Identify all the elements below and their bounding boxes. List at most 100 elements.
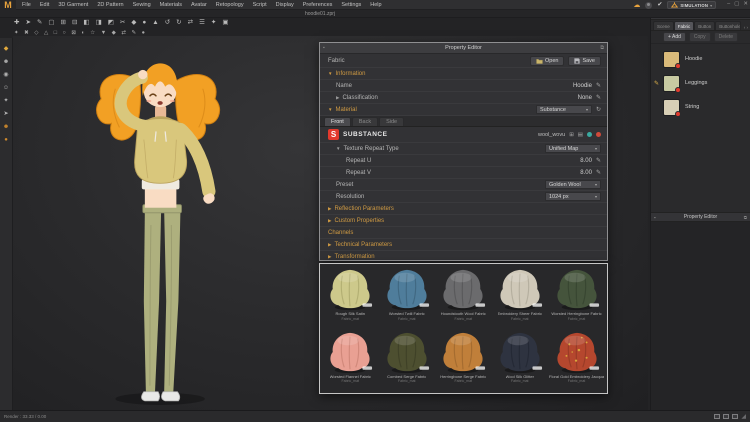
tab-fabric[interactable]: Fabric [673,21,695,30]
edit-pencil-icon[interactable]: ✎ [596,169,601,176]
popout-icon[interactable]: ⧉ [744,215,747,220]
fabric-preset-thumb[interactable]: Worsted Twill Fabric Fabric_mat [380,266,435,329]
checkmark-icon[interactable]: ✔ [657,2,662,8]
technical-parameters-section[interactable]: ▶ Technical Parameters [320,239,607,251]
add-fabric-button[interactable]: + Add [662,32,686,42]
pressure-map-icon[interactable]: ○ [63,30,66,37]
texture-repeat-dropdown[interactable]: Unified Map ▾ [545,144,601,153]
layout-split-icon[interactable] [732,414,739,419]
redo-icon[interactable]: ↻ [176,19,181,27]
cloud-icon[interactable]: ☁ [633,2,640,9]
save-button[interactable]: Save [568,55,601,66]
tab-scene[interactable]: Scene [653,21,674,30]
zoom-view-icon[interactable]: ◉ [3,72,8,78]
tab-front[interactable]: Front [324,117,351,126]
docked-property-editor-titlebar[interactable]: ▪ Property Editor ⧉ [651,212,750,222]
edit-pencil-icon[interactable]: ✎ [596,82,601,89]
shadow-toggle-icon[interactable]: ◐ [81,30,84,37]
pen-tool-icon[interactable]: ✎ [37,19,42,27]
avatar-character[interactable] [49,42,259,408]
list-view-icon[interactable]: ▤ [578,132,583,138]
dock-icon[interactable]: ▪ [323,45,325,51]
fabric-preset-thumb[interactable]: Houndstooth Wool Fabric Fabric_mat [436,266,491,329]
popout-icon[interactable]: ⧉ [600,45,604,51]
menu-2d-pattern[interactable]: 2D Pattern [97,2,123,8]
sewing-tool-icon[interactable]: ◧ [83,19,89,27]
copy-fabric-button[interactable]: Copy [688,32,711,42]
sphere-view-icon[interactable]: ● [142,30,145,37]
fit-map-icon[interactable]: □ [54,30,57,37]
layout-2d-icon[interactable] [714,414,721,419]
edit-pattern-icon[interactable]: ⊟ [72,19,77,27]
fabric-preset-thumb[interactable]: Rough Silk Satin Fabric_mat [323,266,378,329]
select-tool-icon[interactable]: ➤ [25,19,30,27]
layout-3d-icon[interactable] [723,414,730,419]
channels-section[interactable]: Channels [320,227,607,239]
undo-icon[interactable]: ↺ [165,19,170,27]
grid-view-icon[interactable]: ⊞ [569,132,574,138]
menu-edit[interactable]: Edit [40,2,49,8]
menu-preferences[interactable]: Preferences [303,2,333,8]
hide-tool-icon[interactable]: ✖ [24,30,29,37]
dropdown-icon[interactable]: ▼ [101,30,106,37]
menu-help[interactable]: Help [370,2,381,8]
material-sphere-icon[interactable]: ● [4,137,8,143]
remove-substance-icon[interactable] [596,132,601,137]
fabric-preset-thumb[interactable]: Herringbone Serge Fabric Fabric_mat [436,329,491,392]
substance-file-name[interactable]: wool_wovu [538,132,565,138]
resize-grip-icon[interactable]: ◢ [741,414,746,420]
grid-toggle-icon[interactable]: ⊠ [71,30,76,37]
reflection-section[interactable]: ▶ Reflection Parameters [320,203,607,215]
show-avatar-icon[interactable]: ◆ [4,46,9,52]
mesh-view-icon[interactable]: ◇ [34,30,38,37]
texture-grid-icon[interactable]: ▣ [222,19,228,27]
cursor-mode-icon[interactable]: ➤ [3,111,8,117]
annotate-icon[interactable]: ✎ [132,30,137,37]
expand-arrow-icon[interactable]: ▶ [336,95,339,101]
teal-status-icon[interactable] [587,132,592,137]
menu-retopology[interactable]: Retopology [216,2,244,8]
rectangle-tool-icon[interactable]: ▢ [48,19,54,27]
button-tool-icon[interactable]: ● [142,19,146,27]
classification-value[interactable]: None [578,95,592,101]
menu-avatar[interactable]: Avatar [191,2,207,8]
gizmo-move-icon[interactable]: ✚ [14,19,19,27]
dock-icon[interactable]: ▪ [654,215,656,220]
menu-script[interactable]: Script [253,2,267,8]
tab-back[interactable]: Back [351,117,379,126]
pattern-tool-icon[interactable]: ⊞ [61,19,66,27]
show-garment-3d-icon[interactable]: ☻ [3,59,9,65]
avatar-tool-icon[interactable]: ▲ [152,19,158,27]
edit-pencil-icon[interactable]: ✎ [596,94,601,101]
edit-pencil-icon[interactable]: ✎ [596,157,601,164]
avatar-pose-icon[interactable]: ☺ [3,85,9,91]
tab-buttonhole[interactable]: Buttonhole [715,21,742,30]
tab-button[interactable]: Button [694,21,716,30]
pin-view-icon[interactable]: ✦ [3,98,8,104]
segment-sewing-icon[interactable]: ◩ [108,19,114,27]
menu-file[interactable]: File [22,2,31,8]
fabric-preset-thumb[interactable]: Worsted Herringbone Fabric Fabric_mat [549,266,604,329]
fabric-preset-thumb[interactable]: Wool Silk Glitter Fabric_mat [493,329,548,392]
repeat-v-value[interactable]: 8.00 [580,170,592,176]
fabric-item-hoodie[interactable]: Hoodie [651,47,750,71]
fabric-preset-thumb[interactable]: Worsted Flannel Fabric Fabric_mat [323,329,378,392]
sync-icon[interactable]: ⇄ [188,19,193,27]
open-button[interactable]: Open [529,55,565,66]
custom-properties-section[interactable]: ▶ Custom Properties [320,215,607,227]
fabric-preset-thumb[interactable]: Combed Serge Fabric Fabric_mat [380,329,435,392]
highlight-icon[interactable]: ☆ [90,30,95,37]
document-tab[interactable]: hoodie01.zprj [0,10,640,18]
close-button[interactable]: ✕ [743,2,748,8]
repeat-u-value[interactable]: 8.00 [580,158,592,164]
free-sewing-icon[interactable]: ◨ [96,19,102,27]
avatar-edit-icon[interactable]: ☻ [3,124,9,130]
render-icon[interactable]: ✦ [211,19,216,27]
property-editor-titlebar[interactable]: ▪ Property Editor ⧉ [320,43,607,54]
tab-scroll-arrows[interactable]: ‹ › [744,25,750,30]
fabric-preset-thumb[interactable]: Embroidery Sheer Fabric Fabric_mat [493,266,548,329]
material-section[interactable]: ▼ Material Substance ▾ ↻ [320,104,607,116]
resolution-dropdown[interactable]: 1024 px ▾ [545,192,601,201]
simulation-button[interactable]: SIMULATION ▾ [667,1,717,9]
fabric-preset-thumb[interactable]: Floral Gold Embroidery Jacquard Fabric_m… [549,329,604,392]
